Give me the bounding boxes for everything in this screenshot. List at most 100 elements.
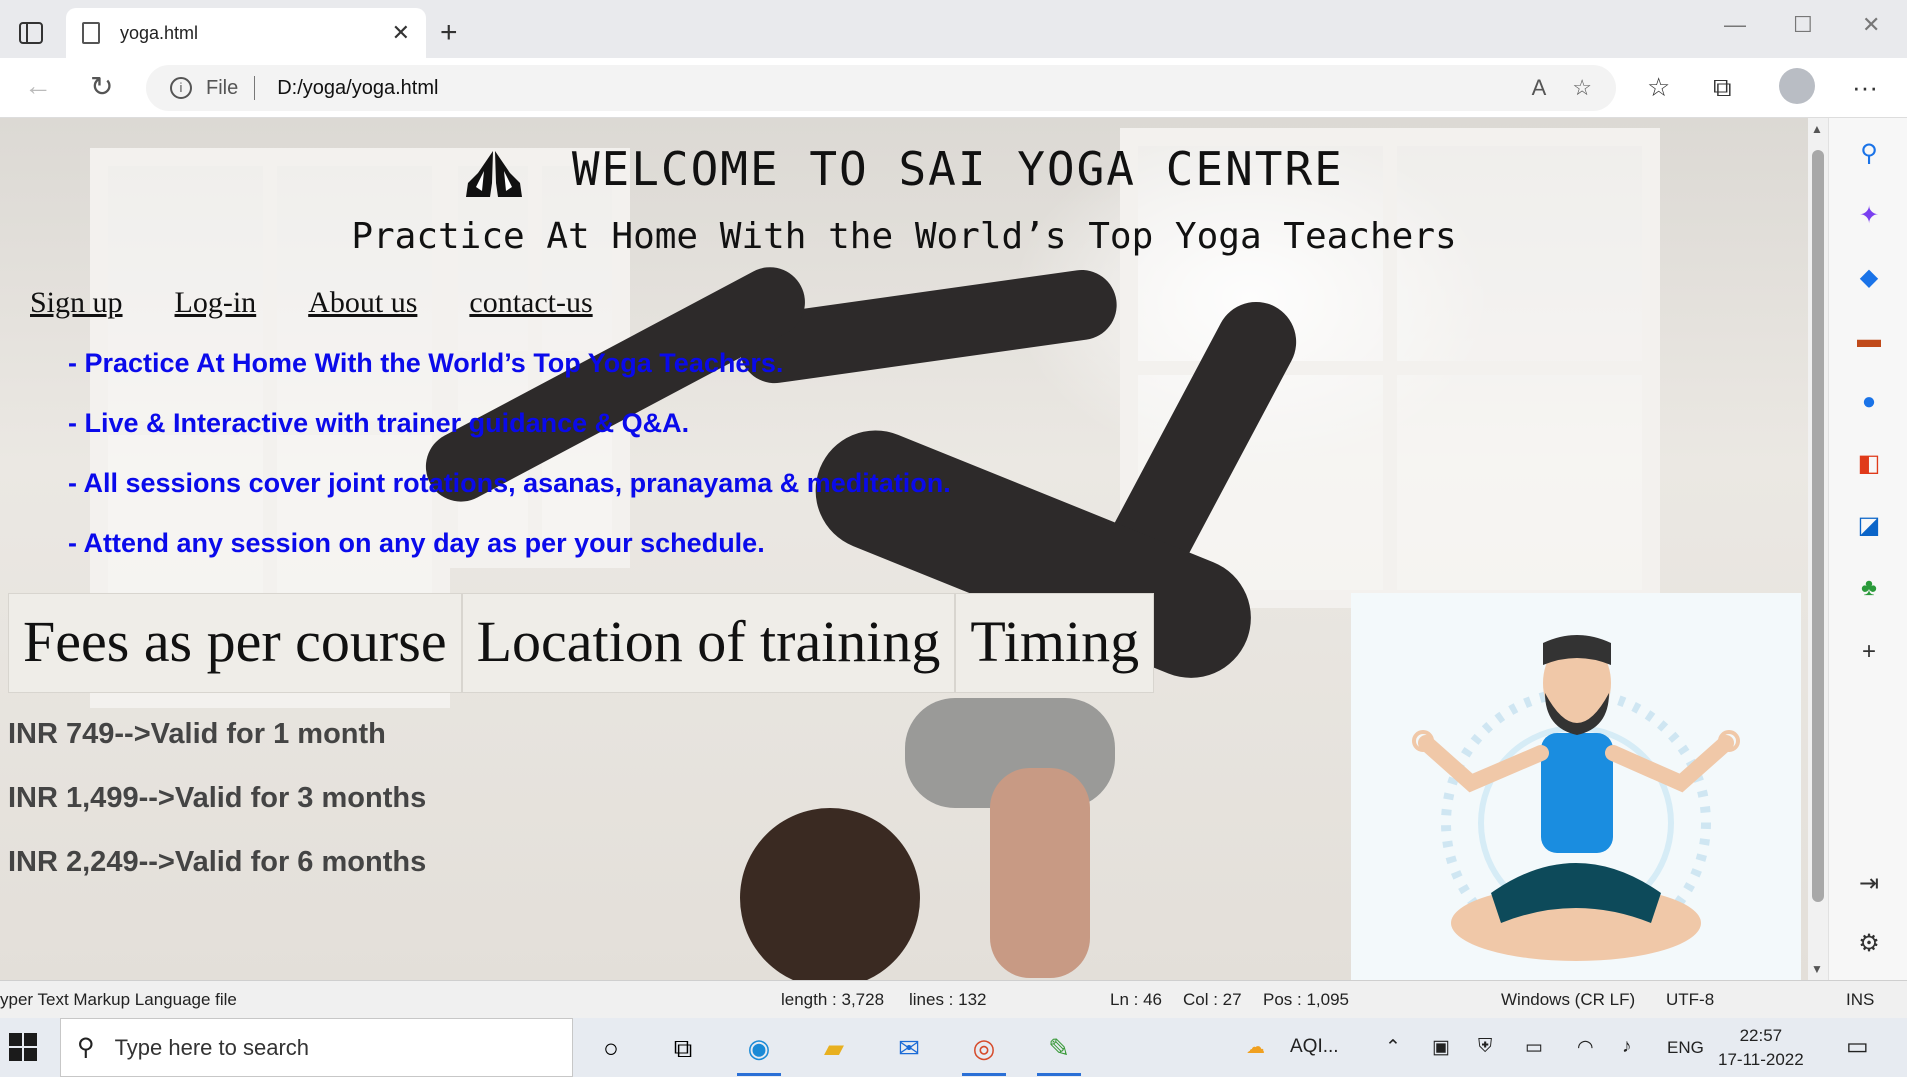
status-ln: Ln : 46: [1110, 990, 1162, 1009]
games-icon[interactable]: ●: [1855, 388, 1883, 416]
wifi-icon[interactable]: ◠: [1577, 1036, 1594, 1059]
security-shield-icon[interactable]: ⛨: [1478, 1036, 1492, 1058]
sparkle-icon[interactable]: ✦: [1855, 202, 1883, 230]
status-encoding: UTF-8: [1666, 990, 1715, 1009]
show-hidden-icons-icon[interactable]: ⌃: [1385, 1036, 1401, 1059]
add-favorite-icon[interactable]: ☆: [1572, 75, 1592, 101]
notifications-icon[interactable]: ▭: [1846, 1032, 1869, 1061]
address-scheme: File: [206, 76, 239, 99]
office-icon[interactable]: ◧: [1855, 450, 1883, 478]
refresh-icon[interactable]: ↻: [90, 70, 113, 103]
status-length: length : 3,728: [781, 990, 885, 1009]
address-separator: [254, 76, 256, 100]
mail-icon[interactable]: ✉: [891, 1030, 927, 1066]
table-header-timing: Timing: [955, 593, 1155, 693]
info-icon[interactable]: i: [170, 77, 192, 99]
meditation-illustration: [1351, 593, 1801, 980]
feature-item: - Attend any session on any day as per y…: [68, 528, 765, 558]
tab-actions-icon[interactable]: [16, 18, 46, 48]
editor-status-bar: yper Text Markup Language file length : …: [0, 980, 1907, 1018]
minimize-icon[interactable]: —: [1724, 12, 1746, 38]
meditating-man-image: [1412, 635, 1740, 961]
status-pos: Pos : 1,095: [1263, 990, 1350, 1009]
scroll-thumb[interactable]: [1812, 150, 1824, 902]
browser-tab-strip: yoga.html ✕ + — ☐ ✕: [0, 0, 1907, 58]
read-aloud-icon[interactable]: A: [1532, 75, 1547, 101]
nav-link-sign-up[interactable]: Sign up: [30, 286, 123, 320]
profile-avatar[interactable]: [1779, 68, 1815, 104]
fee-item: INR 1,499-->Valid for 3 months: [8, 782, 427, 814]
shopping-tag-icon[interactable]: ◆: [1855, 264, 1883, 292]
site-nav: Sign up Log-in About us contact-us: [30, 286, 593, 320]
tab-close-icon[interactable]: ✕: [392, 20, 410, 46]
language-indicator[interactable]: ENG: [1667, 1038, 1704, 1058]
feature-item: - All sessions cover joint rotations, as…: [68, 468, 951, 498]
clock-time: 22:57: [1739, 1026, 1783, 1045]
page-scrollbar[interactable]: ▲ ▼: [1808, 118, 1828, 980]
web-page: WELCOME TO SAI YOGA CENTRE Practice At H…: [0, 118, 1808, 980]
scroll-down-icon[interactable]: ▼: [1811, 962, 1823, 976]
meet-now-icon[interactable]: ▣: [1432, 1036, 1450, 1059]
nav-link-log-in[interactable]: Log-in: [175, 286, 257, 320]
page-subtitle: Practice At Home With the World’s Top Yo…: [351, 216, 1457, 257]
tools-icon[interactable]: ▬: [1855, 326, 1883, 354]
more-options-icon[interactable]: ···: [1852, 72, 1878, 103]
feature-list: - Practice At Home With the World’s Top …: [68, 348, 951, 588]
nav-link-contact-us[interactable]: contact-us: [469, 286, 592, 320]
nav-link-about-us[interactable]: About us: [308, 286, 417, 320]
scroll-up-icon[interactable]: ▲: [1811, 122, 1823, 136]
notepad-plus-plus-icon[interactable]: ✎: [1037, 1030, 1081, 1076]
status-col: Col : 27: [1183, 990, 1242, 1009]
new-tab-button[interactable]: +: [440, 16, 458, 50]
taskbar-clock[interactable]: 22:57 17-11-2022: [1718, 1024, 1804, 1072]
fee-item: INR 2,249-->Valid for 6 months: [8, 846, 427, 878]
hide-sidebar-icon[interactable]: ⇥: [1855, 870, 1883, 898]
edge-taskbar-icon[interactable]: ◉: [737, 1030, 781, 1076]
chrome-taskbar-icon[interactable]: ◎: [962, 1030, 1006, 1076]
background-figure-hair: [740, 808, 920, 980]
start-button[interactable]: [8, 1032, 38, 1062]
browser-toolbar: ← ↻ i File D:/yoga/yoga.html A ☆ ☆ ⧉ ···: [0, 58, 1907, 118]
fees-list: INR 749-->Valid for 1 month INR 1,499-->…: [8, 718, 426, 910]
info-table-header: Fees as per course Location of training …: [8, 593, 1155, 693]
cortana-icon[interactable]: ○: [593, 1030, 629, 1066]
browser-tab[interactable]: yoga.html ✕: [66, 8, 426, 58]
page-title: WELCOME TO SAI YOGA CENTRE: [0, 142, 1808, 199]
maximize-icon[interactable]: ☐: [1793, 12, 1813, 38]
document-icon: [82, 22, 100, 44]
taskbar-search-box[interactable]: ⚲ Type here to search: [60, 1018, 573, 1077]
battery-icon[interactable]: ▭: [1525, 1036, 1543, 1059]
collections-icon[interactable]: ⧉: [1713, 72, 1732, 104]
address-bar[interactable]: i File D:/yoga/yoga.html A ☆: [146, 65, 1616, 111]
taskbar-search-placeholder: Type here to search: [114, 1034, 310, 1060]
page-title-text: WELCOME TO SAI YOGA CENTRE: [571, 142, 1344, 196]
back-icon[interactable]: ←: [24, 70, 52, 102]
favorites-icon[interactable]: ☆: [1647, 72, 1670, 103]
search-icon: ⚲: [77, 1034, 95, 1061]
status-file-type: yper Text Markup Language file: [0, 990, 237, 1009]
search-icon[interactable]: ⚲: [1855, 140, 1883, 168]
volume-icon[interactable]: ♪: [1622, 1036, 1632, 1058]
background-figure-arm: [990, 768, 1090, 978]
settings-gear-icon[interactable]: ⚙: [1855, 930, 1883, 958]
browser-sidebar: ⚲ ✦ ◆ ▬ ● ◧ ◪ ♣ + ⇥ ⚙: [1828, 118, 1907, 980]
feature-item: - Live & Interactive with trainer guidan…: [68, 408, 690, 438]
table-header-fees: Fees as per course: [8, 593, 462, 693]
status-eol: Windows (CR LF): [1501, 990, 1636, 1009]
add-sidebar-app-icon[interactable]: +: [1855, 638, 1883, 666]
status-lines: lines : 132: [909, 990, 987, 1009]
file-explorer-icon[interactable]: ▰: [816, 1030, 852, 1066]
outlook-icon[interactable]: ◪: [1855, 512, 1883, 540]
window-close-icon[interactable]: ✕: [1862, 12, 1880, 38]
task-view-icon[interactable]: ⧉: [665, 1030, 701, 1066]
praying-hands-icon: [466, 150, 523, 197]
windows-taskbar: ⚲ Type here to search ○ ⧉ ◉ ▰ ✉ ◎ ✎ ☁ AQ…: [0, 1018, 1907, 1077]
address-url[interactable]: D:/yoga/yoga.html: [277, 77, 1505, 100]
table-header-location: Location of training: [461, 593, 956, 693]
feature-item: - Practice At Home With the World’s Top …: [68, 348, 784, 378]
weather-text[interactable]: AQI...: [1290, 1036, 1339, 1058]
weather-icon[interactable]: ☁: [1246, 1036, 1265, 1059]
status-mode: INS: [1846, 990, 1875, 1009]
tree-icon[interactable]: ♣: [1855, 574, 1883, 602]
tab-title: yoga.html: [120, 22, 199, 43]
